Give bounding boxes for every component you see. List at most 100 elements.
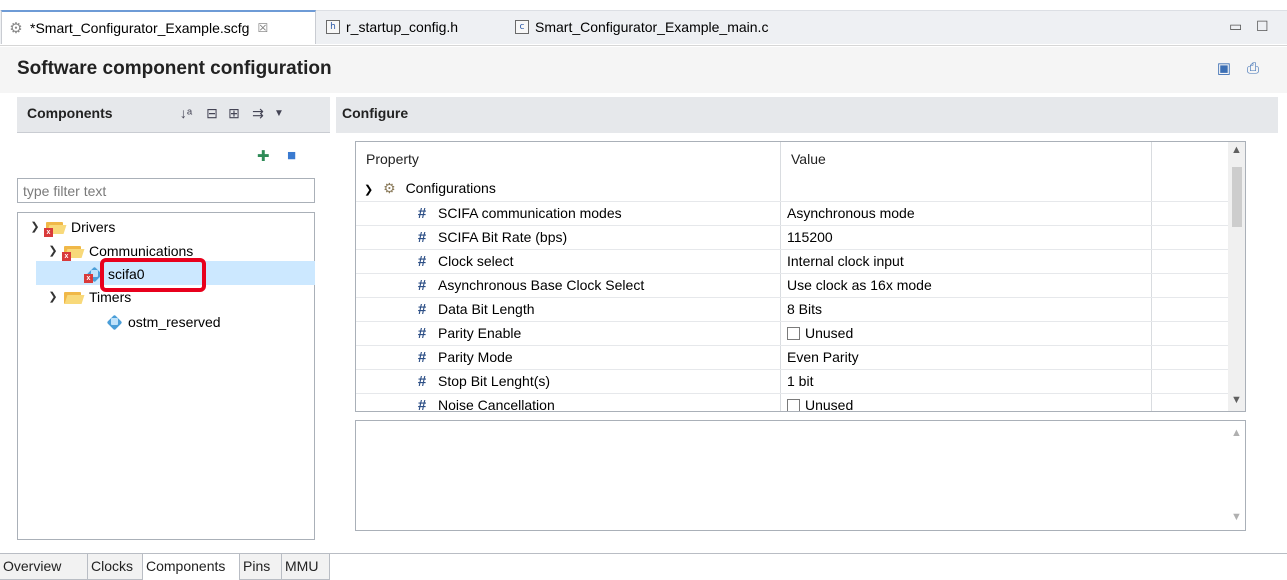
checkbox[interactable]: [787, 399, 800, 411]
sort-az-icon[interactable]: ↓ᵃ: [177, 105, 195, 121]
hash-icon: #: [417, 349, 427, 366]
link-icon[interactable]: ⇉: [249, 105, 267, 122]
hash-icon: #: [417, 373, 427, 390]
add-component-icon[interactable]: ✚: [257, 147, 270, 165]
minimize-icon[interactable]: ▭: [1229, 18, 1242, 35]
property-row[interactable]: # SCIFA Bit Rate (bps) 115200: [356, 225, 1230, 250]
configure-panel-header: Configure: [336, 97, 1278, 133]
scrollbar-thumb[interactable]: [1232, 167, 1242, 227]
scroll-down-icon[interactable]: ▼: [1231, 511, 1242, 523]
scroll-down-icon[interactable]: ▼: [1231, 394, 1242, 406]
components-title: Components: [27, 105, 113, 121]
property-row[interactable]: # Data Bit Length 8 Bits: [356, 297, 1230, 322]
remove-component-icon[interactable]: ■: [287, 147, 296, 164]
tab-label: *Smart_Configurator_Example.scfg: [30, 20, 250, 36]
component-tree: ❯ x Drivers ❯ x Communications x scifa0 …: [17, 212, 315, 540]
tab-components[interactable]: Components: [143, 554, 240, 580]
tab-overview[interactable]: Overview: [0, 554, 88, 580]
tree-label: Communications: [89, 242, 194, 259]
property-name: Data Bit Length: [438, 301, 535, 317]
property-name: SCIFA Bit Rate (bps): [438, 229, 568, 245]
print-icon[interactable]: ⎙: [1243, 59, 1263, 79]
description-pane: ▲ ▼: [355, 420, 1246, 531]
vertical-scrollbar[interactable]: ▲ ▼: [1228, 421, 1245, 530]
component-icon: [106, 314, 123, 330]
components-panel: Components ↓ᵃ ⊟ ⊞ ⇉ ▼ ✚ ■ ❯ x Drivers ❯ …: [17, 97, 330, 550]
hash-icon: #: [417, 325, 427, 342]
tree-label: Drivers: [71, 218, 116, 235]
property-name: Noise Cancellation: [438, 397, 555, 412]
page-header: Software component configuration ▣ ⎙: [0, 47, 1287, 93]
property-row[interactable]: # Clock select Internal clock input: [356, 249, 1230, 274]
property-name: SCIFA communication modes: [438, 205, 622, 221]
folder-icon: [64, 290, 85, 304]
property-value[interactable]: Use clock as 16x mode: [787, 277, 932, 293]
hash-icon: #: [417, 301, 427, 318]
property-row[interactable]: # Stop Bit Lenght(s) 1 bit: [356, 369, 1230, 394]
scroll-up-icon[interactable]: ▲: [1231, 427, 1242, 439]
property-row[interactable]: # Noise Cancellation Unused: [356, 393, 1230, 412]
property-value[interactable]: 8 Bits: [787, 301, 822, 317]
c-file-icon: c: [515, 20, 529, 34]
chevron-down-icon[interactable]: ❯: [46, 244, 60, 257]
checkbox[interactable]: [787, 327, 800, 340]
components-panel-header: Components ↓ᵃ ⊟ ⊞ ⇉ ▼: [17, 97, 330, 133]
hash-icon: #: [417, 229, 427, 246]
property-name: Parity Enable: [438, 325, 522, 341]
configure-panel: Configure Property Value ❯ ⚙ Configurati…: [336, 97, 1278, 550]
generate-code-icon[interactable]: ▣: [1214, 59, 1234, 79]
tab-pins[interactable]: Pins: [240, 554, 282, 580]
property-value: Unused: [805, 325, 854, 341]
property-row[interactable]: # Asynchronous Base Clock Select Use cloc…: [356, 273, 1230, 298]
property-name: Parity Mode: [438, 349, 513, 365]
tree-node-ostm-reserved[interactable]: ostm_reserved: [106, 310, 221, 333]
chevron-down-icon[interactable]: ▼: [270, 108, 288, 119]
chevron-down-icon[interactable]: ❯: [46, 290, 60, 303]
property-grid: Property Value ❯ ⚙ Configurations # SCIFA…: [355, 141, 1246, 412]
tab-label: Smart_Configurator_Example_main.c: [535, 19, 769, 35]
page-title: Software component configuration: [17, 58, 332, 79]
chevron-down-icon[interactable]: ❯: [28, 220, 42, 233]
group-row-configurations[interactable]: ❯ ⚙ Configurations: [356, 177, 1230, 201]
scroll-up-icon[interactable]: ▲: [1231, 144, 1242, 156]
tab-main-c[interactable]: c Smart_Configurator_Example_main.c: [507, 10, 797, 44]
editor-tab-bar: ⚙ *Smart_Configurator_Example.scfg ☒ h r…: [0, 0, 1287, 46]
column-header-property[interactable]: Property: [356, 142, 781, 177]
property-name: Asynchronous Base Clock Select: [438, 277, 645, 293]
property-row[interactable]: # SCIFA communication modes Asynchronous …: [356, 201, 1230, 226]
configure-title: Configure: [342, 105, 409, 121]
tab-clocks[interactable]: Clocks: [88, 554, 143, 580]
property-row[interactable]: # Parity Enable Unused: [356, 321, 1230, 346]
hash-icon: #: [417, 397, 427, 412]
property-value[interactable]: Internal clock input: [787, 253, 904, 269]
h-file-icon: h: [326, 20, 340, 34]
property-row[interactable]: # Parity Mode Even Parity: [356, 345, 1230, 370]
property-name: Clock select: [438, 253, 514, 269]
hash-icon: #: [417, 205, 427, 222]
folder-error-icon: x: [44, 220, 67, 237]
chevron-down-icon[interactable]: ❯: [364, 184, 373, 196]
tree-node-drivers[interactable]: ❯ x Drivers: [28, 215, 115, 238]
column-header-value[interactable]: Value: [781, 142, 1152, 177]
bottom-tab-bar: Overview Clocks Components Pins MMU: [0, 553, 1287, 580]
property-value[interactable]: Asynchronous mode: [787, 205, 915, 221]
property-value[interactable]: 1 bit: [787, 373, 813, 389]
collapse-all-icon[interactable]: ⊟: [203, 105, 221, 122]
property-value[interactable]: 115200: [787, 229, 833, 245]
tree-label: ostm_reserved: [128, 313, 221, 330]
hash-icon: #: [417, 253, 427, 270]
tab-mmu[interactable]: MMU: [282, 554, 330, 580]
expand-all-icon[interactable]: ⊞: [225, 105, 243, 122]
close-icon[interactable]: ☒: [257, 21, 268, 35]
tab-r-startup-config-h[interactable]: h r_startup_config.h: [318, 10, 508, 44]
tab-smart-configurator-scfg[interactable]: ⚙ *Smart_Configurator_Example.scfg ☒: [1, 10, 316, 44]
filter-input[interactable]: [17, 178, 315, 203]
hash-icon: #: [417, 277, 427, 294]
gear-icon: ⚙: [9, 19, 23, 37]
property-value[interactable]: Even Parity: [787, 349, 859, 365]
folder-error-icon: x: [62, 244, 85, 261]
tab-label: r_startup_config.h: [346, 19, 459, 35]
vertical-scrollbar[interactable]: ▲ ▼: [1228, 142, 1245, 411]
property-value: Unused: [805, 397, 854, 412]
maximize-icon[interactable]: ☐: [1256, 18, 1269, 35]
